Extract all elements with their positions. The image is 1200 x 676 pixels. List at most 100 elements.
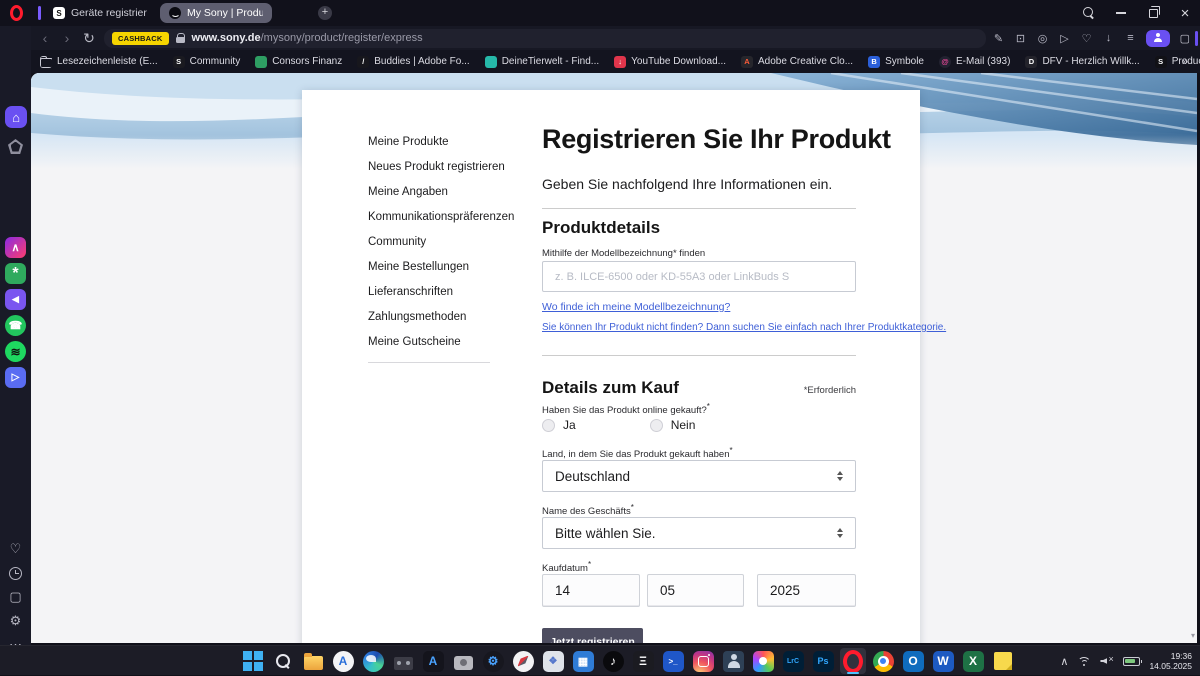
cashback-badge[interactable]: CASHBACK [112,32,169,45]
whatsapp-icon[interactable]: ☎ [5,315,26,336]
side-nav-link[interactable]: Meine Produkte [368,130,538,155]
favorites-heart-icon[interactable]: ♡ [5,540,26,558]
capcut-icon[interactable]: Ξ [630,648,656,674]
bookmark-lesezeichenleiste[interactable]: Lesezeichenleiste (E... [40,56,158,68]
lock-icon[interactable] [176,33,185,43]
tab-geraete-registrierung[interactable]: S Geräte registrierung - Son [44,3,156,23]
history-clock-icon[interactable] [5,564,26,582]
flower-app-icon[interactable]: * [5,263,26,284]
compass-app-icon[interactable] [510,648,536,674]
restore-button[interactable] [1144,4,1162,22]
side-nav-link[interactable]: Zahlungsmethoden [368,305,538,330]
extensions-box-icon[interactable]: ▢ [5,588,26,606]
purchase-day-input[interactable]: 14 [542,574,640,607]
purchase-year-input[interactable]: 2025 [757,574,856,607]
menu-icon[interactable]: ≡ [1124,30,1137,46]
store-select[interactable]: Bitte wählen Sie. [542,517,856,549]
scanner-app-icon[interactable]: A [420,648,446,674]
spotify-icon[interactable]: ≋ [5,341,26,362]
opera-taskbar-icon[interactable] [840,648,866,674]
lightroom-icon[interactable]: LrC [780,648,806,674]
battery-icon[interactable] [1123,657,1140,666]
wifi-icon[interactable] [1077,656,1091,667]
back-button[interactable]: ‹ [34,30,56,46]
model-search-input[interactable] [542,261,856,292]
scrollbar-down-arrow[interactable]: ▾ [1191,631,1195,640]
side-nav-link[interactable]: Lieferanschriften [368,280,538,305]
find-model-link[interactable]: Wo finde ich meine Modellbezeichnung? [542,301,730,313]
windows-search-icon[interactable] [270,648,296,674]
sidebar-toggle-bar[interactable] [1195,31,1198,46]
file-explorer-icon[interactable] [300,648,326,674]
outlook-icon[interactable]: O [900,648,926,674]
bookmark-deinetierwelt[interactable]: DeineTierwelt - Find... [485,56,599,68]
sidebar-speeddial-icon[interactable] [8,139,23,154]
opera-menu-button[interactable] [7,4,25,22]
media-deck-app-icon[interactable] [390,648,416,674]
share-icon[interactable]: ✎ [992,30,1005,46]
instagram-icon[interactable] [690,648,716,674]
forward-button[interactable]: › [56,30,78,46]
powershell-icon[interactable]: >_ [660,648,686,674]
tray-chevron-up-icon[interactable]: ∧ [1060,655,1068,668]
photoshop-icon[interactable]: Ps [810,648,836,674]
sticky-notes-icon[interactable] [990,648,1016,674]
camera-app-icon[interactable] [450,648,476,674]
tiktok-icon[interactable]: ♪ [600,648,626,674]
extension-cube-icon[interactable]: ▢ [1180,32,1190,45]
chrome-search-icon[interactable] [1080,4,1098,22]
radio-yes[interactable] [542,419,555,432]
snapshot-icon[interactable]: ⊡ [1014,30,1027,46]
radio-no[interactable] [650,419,663,432]
country-select[interactable]: Deutschland [542,460,856,492]
tray-clock[interactable]: 19:36 14.05.2025 [1149,651,1192,671]
url-field[interactable]: CASHBACK www.sony.de/mysony/product/regi… [104,29,986,48]
windows-start-icon[interactable] [240,648,266,674]
bookmark-community[interactable]: S Community [173,56,241,68]
side-nav-link[interactable]: Meine Bestellungen [368,255,538,280]
chrome-icon[interactable] [870,648,896,674]
product-not-found-link[interactable]: Sie können Ihr Produkt nicht finden? Dan… [542,322,946,333]
side-nav-link[interactable]: Meine Gutscheine [368,330,538,355]
side-nav-link[interactable]: Community [368,230,538,255]
side-nav-link[interactable]: Neues Produkt registrieren [368,155,538,180]
bookmark-symbole[interactable]: B Symbole [868,56,924,68]
reload-button[interactable]: ↻ [78,30,100,47]
calculator-icon[interactable]: ▦ [570,648,596,674]
edge-icon[interactable] [360,648,386,674]
bookmark-product-testers[interactable]: S Product Testers [1155,56,1200,68]
close-button[interactable]: × [1176,4,1194,22]
register-now-button[interactable]: Jetzt registrieren [542,628,643,643]
circle-a-app-icon[interactable]: A [330,648,356,674]
contacts-app-icon[interactable] [720,648,746,674]
photos-app-icon[interactable] [750,648,776,674]
minimize-button[interactable] [1112,4,1130,22]
word-icon[interactable]: W [930,648,956,674]
chat-app-icon[interactable]: ◀ [5,289,26,310]
gallery-app-icon[interactable]: ❖ [540,648,566,674]
bookmark-youtube-download[interactable]: ↓ YouTube Download... [614,56,726,68]
send-icon[interactable]: ▷ [1058,30,1071,46]
send-app-icon[interactable]: ▷ [5,367,26,388]
purchase-month-input[interactable]: 05 [647,574,744,607]
tab-my-sony[interactable]: My Sony | Produkt registri [160,3,272,23]
bookmark-email[interactable]: @ E-Mail (393) [939,56,1010,68]
profile-icon[interactable] [1146,30,1170,47]
excel-icon[interactable]: X [960,648,986,674]
favorite-icon[interactable]: ♡ [1080,30,1093,46]
new-tab-button[interactable]: + [318,6,332,20]
download-icon[interactable]: ↓ [1102,30,1115,46]
bookmark-consors-finanz[interactable]: Consors Finanz [255,56,342,68]
bookmark-buddies-adobe[interactable]: / Buddies | Adobe Fo... [357,56,469,68]
target-icon[interactable]: ◎ [1036,30,1049,46]
aria-app-icon[interactable]: ∧ [5,237,26,258]
sidebar-home-button[interactable]: ⌂ [5,106,27,128]
bookmark-adobe-cc[interactable]: A Adobe Creative Clo... [741,56,853,68]
settings-gear-icon[interactable]: ⚙ [5,612,26,630]
blue-gear-app-icon[interactable]: ⚙ [480,648,506,674]
side-nav-link[interactable]: Kommunikationspräferenzen [368,205,538,230]
volume-muted-icon[interactable] [1100,656,1114,666]
side-nav-link[interactable]: Meine Angaben [368,180,538,205]
bookmarks-overflow-chevron[interactable]: » [1182,56,1188,68]
bookmark-dfv[interactable]: D DFV - Herzlich Willk... [1025,56,1139,68]
